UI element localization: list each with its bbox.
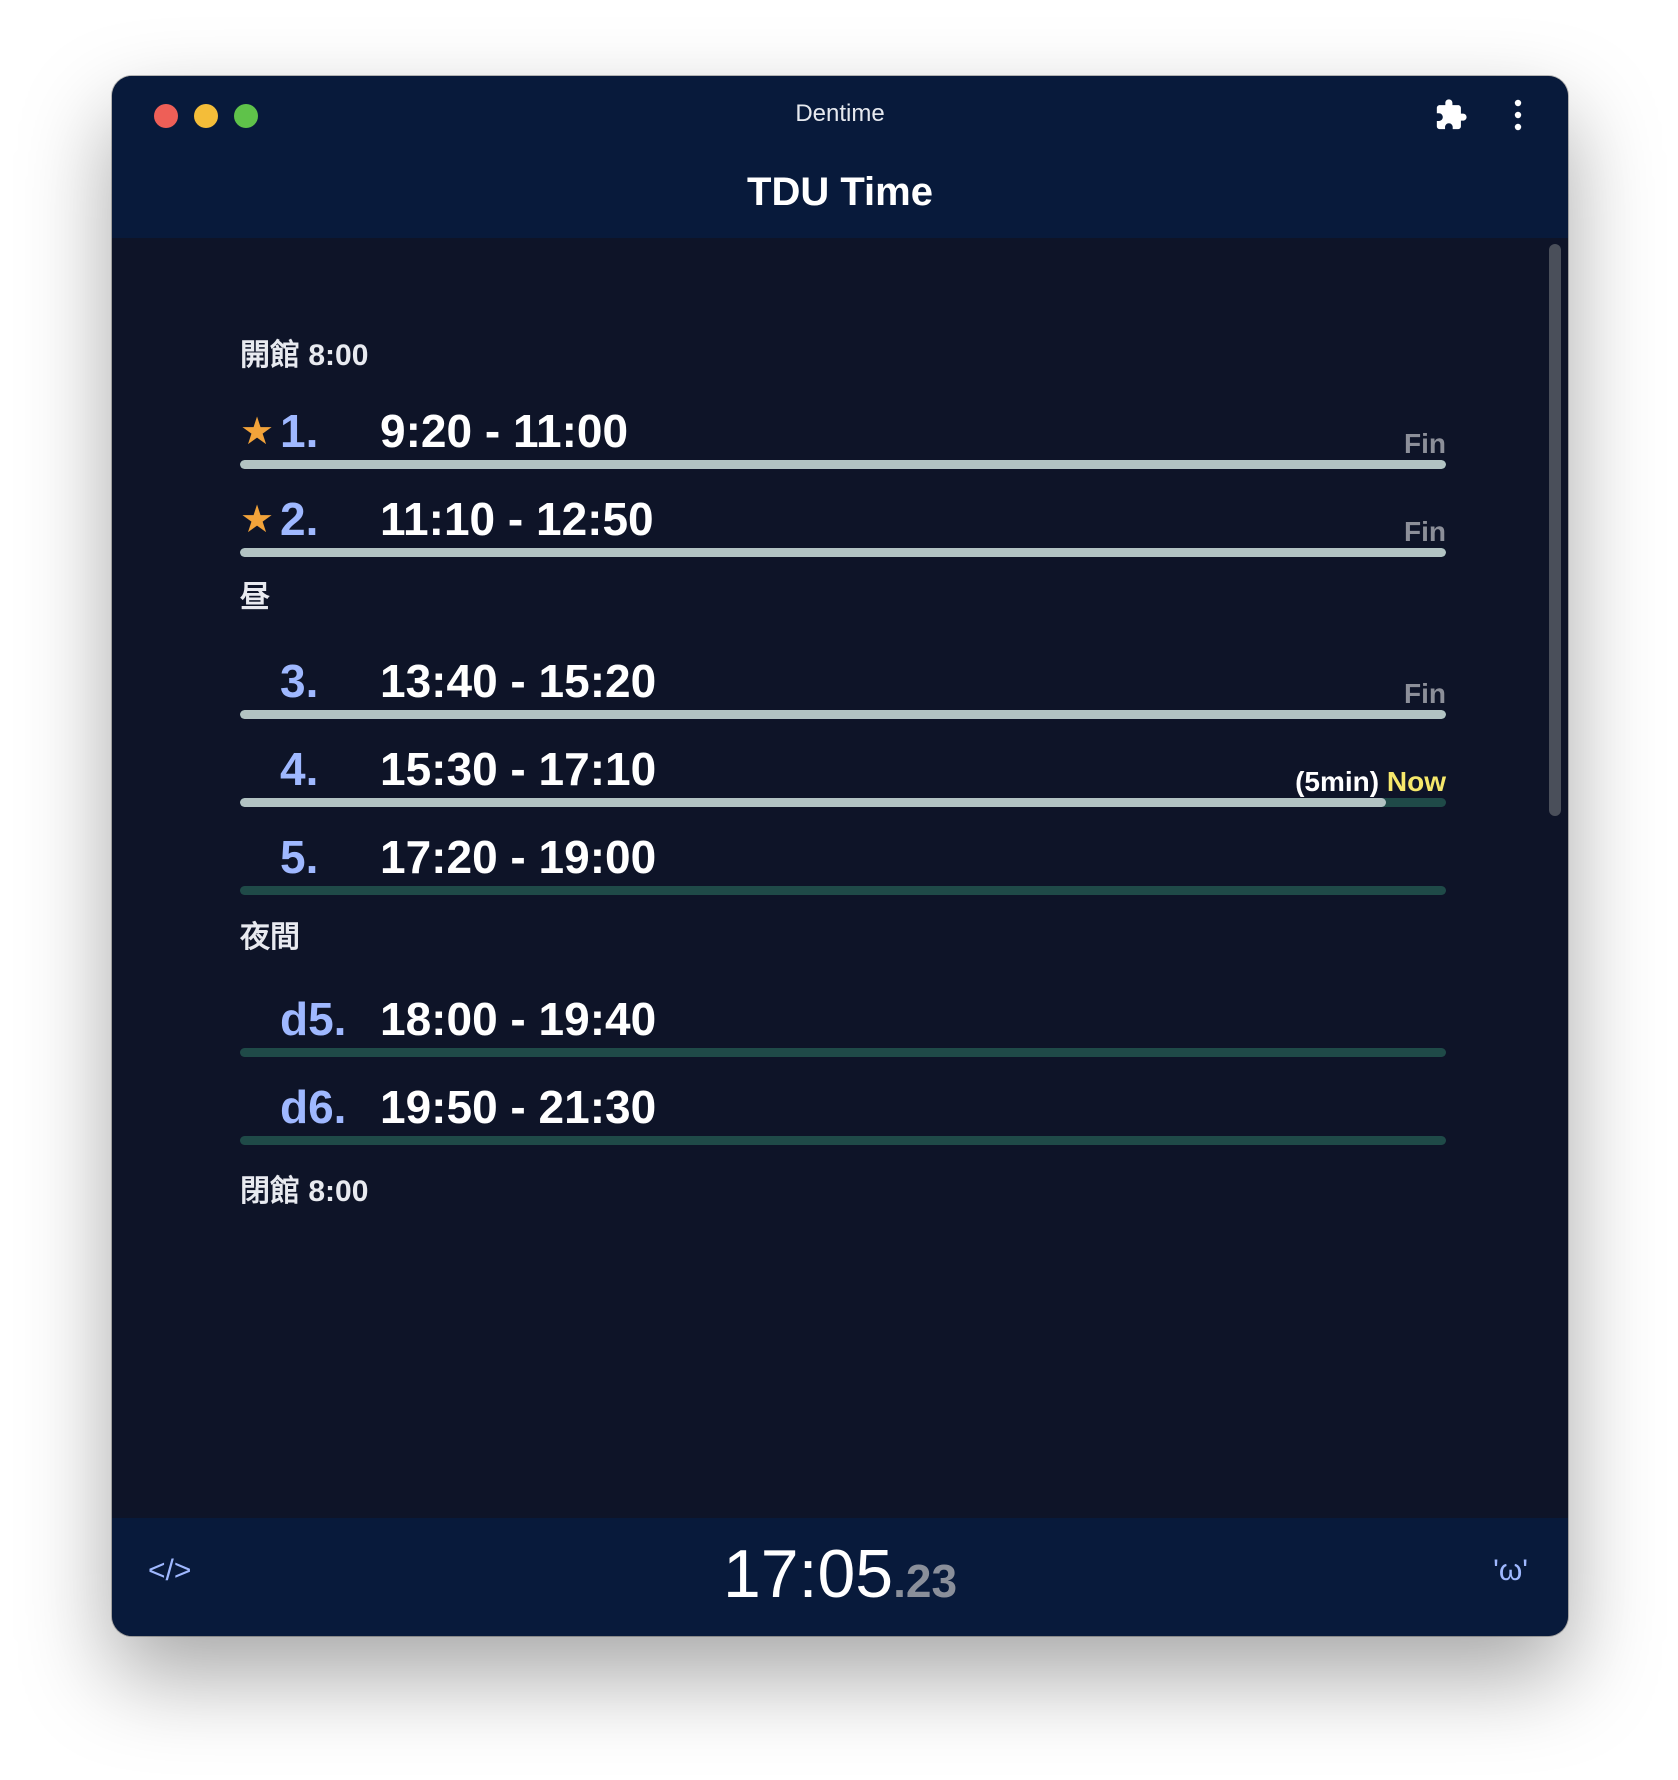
period-status: Fin [1404, 516, 1446, 547]
period-number: 1. [280, 405, 319, 457]
app-window: Dentime TDU Time 開館 8:00 ★ 1. 9:20 - 11:… [112, 76, 1568, 1636]
star-icon: ★ [240, 411, 275, 453]
period-time-range: 11:10 - 12:50 [380, 493, 654, 545]
section-night-label: 夜間 [240, 921, 300, 954]
clock-main: 17:05 [722, 1536, 894, 1612]
scrollbar[interactable] [1549, 244, 1561, 816]
period-row-2[interactable]: ★ 2. 11:10 - 12:50 Fin [240, 486, 1446, 566]
period-status: (5min) Now [1295, 766, 1446, 798]
period-time-range: 15:30 - 17:10 [380, 743, 657, 795]
progress-bar [240, 798, 1446, 807]
star-icon: ★ [240, 499, 275, 541]
period-number: 5. [280, 831, 319, 883]
period-row-4[interactable]: 4. 15:30 - 17:10 (5min) Now [240, 736, 1446, 816]
period-row-d5[interactable]: d5. 18:00 - 19:40 [240, 986, 1446, 1066]
period-row-3[interactable]: 3. 13:40 - 15:20 Fin [240, 648, 1446, 728]
clock-display: 17:05.23 [112, 1536, 1568, 1619]
puzzle-icon[interactable] [1434, 98, 1468, 132]
schedule-content[interactable]: 開館 8:00 ★ 1. 9:20 - 11:00 Fin ★ 2. 11:10… [112, 238, 1568, 1518]
period-number: 3. [280, 655, 319, 707]
window-title: Dentime [795, 100, 885, 127]
period-time-range: 17:20 - 19:00 [380, 831, 657, 883]
period-row-d6[interactable]: d6. 19:50 - 21:30 [240, 1074, 1446, 1154]
period-number: d6. [280, 1081, 347, 1133]
progress-fill [240, 460, 1446, 469]
now-badge: Now [1386, 766, 1446, 797]
kebab-menu-icon[interactable] [1512, 98, 1524, 132]
period-number: 2. [280, 493, 319, 545]
period-time-range: 19:50 - 21:30 [380, 1081, 657, 1133]
section-open-label: 開館 8:00 [240, 339, 369, 372]
progress-bar [240, 548, 1446, 557]
period-time-range: 9:20 - 11:00 [380, 405, 629, 457]
period-row-1[interactable]: ★ 1. 9:20 - 11:00 Fin [240, 398, 1446, 478]
period-time-range: 13:40 - 15:20 [380, 655, 657, 707]
progress-fill [240, 710, 1446, 719]
period-number: d5. [280, 993, 347, 1045]
period-status: Fin [1404, 678, 1446, 709]
progress-bar [240, 1136, 1446, 1145]
remaining-time: (5min) [1295, 766, 1380, 797]
footer-bar: </> 17:05.23 'ω' [112, 1518, 1568, 1636]
progress-bar [240, 886, 1446, 895]
section-close-label: 閉館 8:00 [240, 1175, 369, 1208]
progress-bar [240, 460, 1446, 469]
clock-fraction: .23 [893, 1555, 958, 1607]
section-lunch-label: 昼 [240, 581, 270, 614]
face-button[interactable]: 'ω' [1493, 1554, 1528, 1588]
period-time-range: 18:00 - 19:40 [380, 993, 657, 1045]
progress-fill [240, 548, 1446, 557]
period-number: 4. [280, 743, 319, 795]
period-status: Fin [1404, 428, 1446, 459]
progress-bar [240, 1048, 1446, 1057]
title-bar: Dentime TDU Time [112, 76, 1568, 238]
progress-bar [240, 710, 1446, 719]
app-title: TDU Time [747, 170, 933, 214]
progress-fill [240, 798, 1386, 807]
period-row-5[interactable]: 5. 17:20 - 19:00 [240, 824, 1446, 904]
